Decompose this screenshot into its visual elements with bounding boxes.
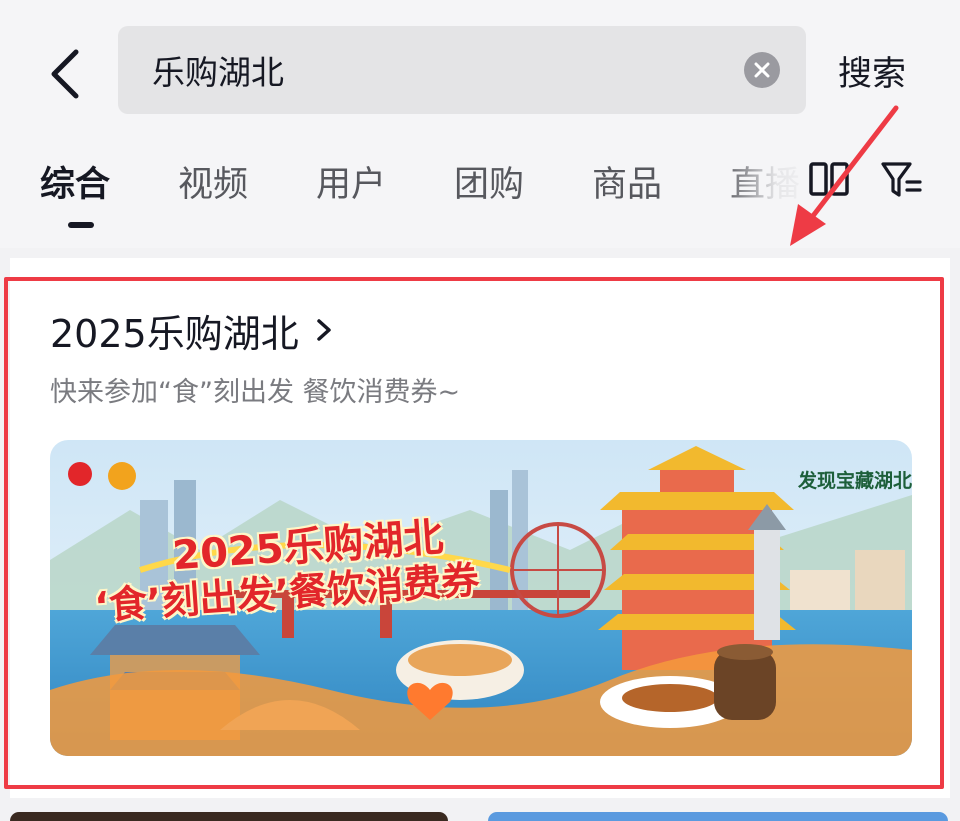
search-input[interactable] bbox=[152, 46, 712, 94]
highlight-annotation-box bbox=[4, 277, 944, 789]
back-button[interactable] bbox=[40, 40, 96, 104]
back-chevron-icon bbox=[51, 49, 79, 99]
layout-toggle-button[interactable] bbox=[808, 160, 852, 200]
search-result-tabs: 综合 视频 用户 团购 商品 直播 bbox=[0, 130, 960, 248]
tab-video[interactable]: 视频 bbox=[178, 156, 248, 207]
filter-funnel-icon bbox=[881, 162, 922, 197]
double-column-layout-icon bbox=[809, 162, 849, 196]
next-result-thumbnail-right[interactable] bbox=[488, 812, 948, 821]
tab-comprehensive[interactable]: 综合 bbox=[40, 156, 110, 207]
tab-group-buy[interactable]: 团购 bbox=[454, 156, 524, 207]
clear-search-button[interactable] bbox=[744, 52, 780, 88]
active-tab-indicator bbox=[68, 222, 94, 228]
tab-scroll-fade bbox=[722, 130, 822, 248]
top-search-bar: 搜索 bbox=[0, 0, 960, 130]
tab-user[interactable]: 用户 bbox=[316, 156, 386, 207]
tab-product[interactable]: 商品 bbox=[592, 156, 662, 207]
search-box bbox=[118, 26, 806, 114]
clear-circle-icon bbox=[754, 62, 770, 78]
search-submit-button[interactable]: 搜索 bbox=[838, 44, 906, 96]
filter-button[interactable] bbox=[880, 160, 924, 202]
next-result-thumbnail-left[interactable] bbox=[10, 812, 448, 821]
